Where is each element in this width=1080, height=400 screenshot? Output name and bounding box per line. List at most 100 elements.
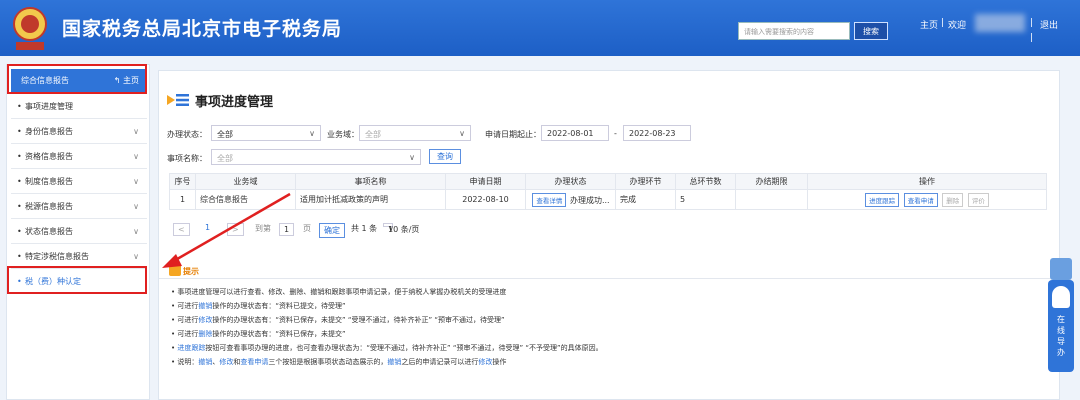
guide-char: 在 (1057, 315, 1065, 324)
user-name-blurred (975, 14, 1025, 32)
sidebar-item-identity[interactable]: • 身份信息报告 ∨ (11, 120, 147, 144)
chevron-down-icon: ∨ (133, 127, 139, 136)
status-select-value: 全部 (217, 130, 233, 139)
col-header-deadline: 办结期限 (735, 173, 808, 190)
page-number[interactable]: 1 (205, 223, 210, 232)
tip-text: 操作 (492, 358, 507, 366)
highlight-box-tax-type (7, 266, 147, 294)
tip-text: 事项进度管理可以进行查看、修改、删除、撤销和跟踪事项申请记录，便于纳税人掌握办税… (177, 288, 507, 296)
sidebar-item-label: 制度信息报告 (25, 177, 73, 186)
cell-step: 完成 (615, 189, 676, 210)
item-name-label: 事项名称： (167, 154, 207, 163)
search-input[interactable]: 请输入需要搜索的内容 (738, 22, 850, 40)
date-from-input[interactable]: 2022-08-01 (541, 125, 609, 141)
sidebar-item-tax-source[interactable]: • 税源信息报告 ∨ (11, 195, 147, 219)
tip-line: • 说明：撤销、修改和查看申请三个按钮是根据事项状态动态展示的，撤销之后的申请记… (171, 357, 506, 367)
view-application-button[interactable]: 查看申请 (903, 192, 938, 207)
tip-highlight: 查看申请 (240, 358, 269, 366)
tip-text: 可进行 (177, 330, 199, 338)
tip-line: • 可进行撤销操作的办理状态有：“资料已提交，待受理” (171, 301, 346, 311)
tip-text: 可进行 (177, 302, 199, 310)
nav-separator: | (1030, 33, 1034, 43)
tip-highlight: 修改 (198, 316, 213, 324)
progress-track-button[interactable]: 进度跟踪 (865, 192, 900, 207)
tips-title: 提示 (183, 267, 199, 276)
home-link[interactable]: 主页 (920, 18, 938, 31)
chevron-down-icon: ∨ (133, 202, 139, 211)
col-header-domain: 业务域 (195, 173, 296, 190)
chevron-down-icon: ∨ (133, 177, 139, 186)
tip-highlight: 撤销 (198, 302, 213, 310)
guide-char: 导 (1057, 337, 1065, 346)
status-select[interactable]: 全部 ∨ (211, 125, 321, 141)
chevron-down-icon: ∨ (409, 153, 415, 162)
next-page-button[interactable]: > (227, 223, 244, 236)
chevron-down-icon: ∨ (459, 129, 465, 138)
col-header-ops: 操作 (807, 173, 1047, 190)
cell-ops: 进度跟踪 查看申请 删除 评价 (807, 189, 1047, 210)
online-guide-button[interactable]: 在 线 导 办 (1048, 280, 1074, 372)
cell-domain: 综合信息报告 (195, 189, 296, 210)
highlight-box-sidebar-header (7, 64, 147, 94)
sidebar-item-system[interactable]: • 制度信息报告 ∨ (11, 170, 147, 194)
search-button[interactable]: 搜索 (854, 22, 888, 40)
cell-deadline (735, 189, 808, 210)
tip-text: 按钮可查看事项办理的进度，也可查看办理状态为：“受理不通过，待补齐补正” “预审… (205, 344, 603, 352)
delete-button[interactable]: 删除 (942, 192, 964, 207)
domain-select[interactable]: 全部 ∨ (359, 125, 471, 141)
goto-page-input[interactable]: 1 (279, 223, 295, 236)
sidebar-item-progress[interactable]: • 事项进度管理 (11, 95, 147, 119)
sidebar: 综合信息报告 ↰ 主页 • 事项进度管理 • 身份信息报告 ∨ • 资格信息报告… (6, 64, 150, 400)
welcome-text: 欢迎 (948, 21, 967, 31)
date-to-input[interactable]: 2022-08-23 (623, 125, 691, 141)
col-header-total: 总环节数 (675, 173, 736, 190)
view-detail-button[interactable]: 查看详情 (532, 192, 567, 207)
status-filter-label: 办理状态： (167, 130, 207, 139)
per-page-select[interactable]: 10 条/页 ∨ (383, 223, 419, 234)
query-button[interactable]: 查询 (429, 149, 461, 164)
tip-text: 操作的办理状态有：“资料已提交，待受理” (212, 302, 346, 310)
tip-highlight: 修改 (219, 358, 234, 366)
date-separator: - (614, 129, 617, 138)
prev-page-button[interactable]: < (173, 223, 190, 236)
bullet-icon: • (17, 152, 22, 161)
list-icon (167, 94, 189, 106)
col-header-name: 事项名称 (295, 173, 446, 190)
goto-confirm-button[interactable]: 确定 (319, 223, 345, 238)
page-title: 事项进度管理 (195, 95, 274, 110)
domain-select-value: 全部 (365, 130, 381, 139)
bullet-icon: • (17, 177, 22, 186)
chevron-down-icon: ∨ (133, 227, 139, 236)
cell-status: 查看详情 办理成功... (525, 189, 616, 210)
sidebar-item-qualification[interactable]: • 资格信息报告 ∨ (11, 145, 147, 169)
nav-separator: | (941, 18, 945, 28)
sidebar-item-label: 身份信息报告 (25, 127, 73, 136)
rate-button[interactable]: 评价 (967, 192, 989, 207)
sidebar-item-status[interactable]: • 状态信息报告 ∨ (11, 220, 147, 244)
logout-link[interactable]: 退出 (1040, 18, 1058, 31)
goto-label: 到第 (255, 224, 271, 233)
tip-text: 操作的办理状态有：“资料已保存，未提交” (212, 330, 346, 338)
tips-icon (169, 264, 181, 276)
bullet-icon: • (17, 102, 22, 111)
tip-text: 三个按钮是根据事项状态动态展示的， (268, 358, 388, 366)
cell-total: 5 (675, 189, 736, 210)
tip-line: • 进度跟踪按钮可查看事项办理的进度，也可查看办理状态为：“受理不通过，待补齐补… (171, 343, 603, 353)
bullet-icon: • (17, 127, 22, 136)
guide-char: 线 (1057, 326, 1065, 335)
tip-line: • 可进行删除操作的办理状态有：“资料已保存，未提交” (171, 329, 346, 339)
progress-table: 序号 业务域 事项名称 申请日期 办理状态 办理环节 总环节数 办结期限 操作 … (169, 173, 1047, 210)
item-name-value: 全部 (217, 154, 233, 163)
item-name-select[interactable]: 全部 ∨ (211, 149, 421, 165)
status-text: 办理成功... (569, 195, 610, 205)
sidebar-item-label: 特定涉税信息报告 (25, 252, 89, 261)
sidebar-item-label: 资格信息报告 (25, 152, 73, 161)
tip-highlight: 删除 (198, 330, 213, 338)
domain-filter-label: 业务域： (327, 130, 359, 139)
tip-text: 可进行 (177, 316, 199, 324)
customer-service-icon[interactable] (1050, 258, 1072, 280)
bullet-icon: • (17, 202, 22, 211)
col-header-step: 办理环节 (615, 173, 676, 190)
chevron-down-icon: ∨ (388, 224, 394, 233)
cell-name: 适用加计抵减政策的声明 (295, 189, 446, 210)
